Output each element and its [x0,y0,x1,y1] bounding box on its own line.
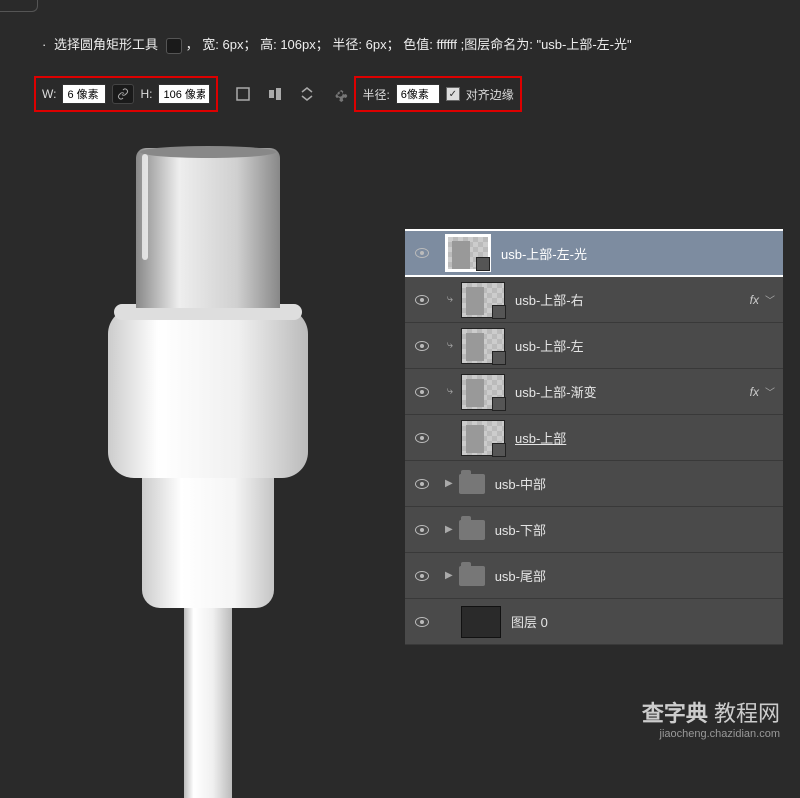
eye-icon [415,433,429,443]
usb-up-top-shape [140,146,276,158]
folder-icon [459,520,485,540]
path-ops-icon[interactable] [234,85,252,103]
arrange-icon[interactable] [298,85,316,103]
layer-thumbnail [461,282,505,318]
visibility-toggle[interactable] [405,341,439,351]
fx-caret-icon[interactable]: ﹀ [765,292,775,307]
layer-name-label[interactable]: usb-上部 [515,428,783,447]
layer-row[interactable]: usb-上部-左-光 [405,229,783,277]
layer-name-label[interactable]: usb-上部-右 [515,290,750,309]
visibility-toggle[interactable] [405,571,439,581]
usb-tail-shape [184,598,232,798]
usb-mid-shape [108,308,308,478]
radius-input[interactable] [396,84,440,104]
folder-icon [459,566,485,586]
fx-caret-icon[interactable]: ﹀ [765,384,775,399]
visibility-toggle[interactable] [405,479,439,489]
width-input[interactable] [62,84,106,104]
usb-up-shape [136,148,280,308]
clip-indicator-icon: ⤷ [439,293,461,306]
radius-label: 半径: [362,86,389,103]
highlight-size-box: W: H: [34,76,218,112]
layer-name-label[interactable]: usb-上部-渐变 [515,382,750,401]
folder-icon [459,474,485,494]
visibility-toggle[interactable] [405,617,439,627]
clip-indicator-icon: ⤷ [439,385,461,398]
width-label: W: [42,87,56,101]
eye-icon [415,571,429,581]
layer-name-label[interactable]: 图层 0 [511,612,783,631]
height-input[interactable] [158,84,210,104]
align-edges-label: 对齐边缘 [466,86,514,103]
link-wh-icon[interactable] [112,84,134,104]
layer-thumbnail [445,234,491,272]
layer-thumbnail [461,374,505,410]
layer-thumbnail [461,328,505,364]
eye-icon [415,525,429,535]
gear-icon[interactable] [332,86,348,102]
layer-thumbnail [461,420,505,456]
align-icon[interactable] [266,85,284,103]
layer-name-label[interactable]: usb-下部 [495,520,783,539]
eye-icon [415,387,429,397]
visibility-toggle[interactable] [405,525,439,535]
visibility-toggle[interactable] [405,387,439,397]
layer-row[interactable]: ▶ usb-尾部 [405,553,783,599]
visibility-toggle[interactable] [405,248,439,258]
layer-row[interactable]: ▶ usb-下部 [405,507,783,553]
layer-row[interactable]: usb-上部 [405,415,783,461]
eye-icon [415,341,429,351]
layers-panel: usb-上部-左-光⤷usb-上部-右fx﹀⤷usb-上部-左⤷usb-上部-渐… [404,228,784,646]
highlight-radius-box: 半径: ✓ 对齐边缘 [354,76,521,112]
rounded-rect-tool-icon [166,38,182,54]
eye-icon [415,479,429,489]
layer-name-label[interactable]: usb-上部-左 [515,336,783,355]
expand-arrow-icon[interactable]: ▶ [445,570,453,581]
layer-row[interactable]: ▶ usb-中部 [405,461,783,507]
eye-icon [415,617,429,627]
expand-arrow-icon[interactable]: ▶ [445,478,453,489]
align-edges-checkbox[interactable]: ✓ [446,87,460,101]
height-label: H: [140,87,152,101]
instruction-text: · 选择圆角矩形工具 ， 宽: 6px； 高: 106px； 半径: 6px； … [42,34,632,54]
expand-arrow-icon[interactable]: ▶ [445,524,453,535]
eye-icon [415,248,429,258]
layer-row[interactable]: 图层 0 [405,599,783,645]
layer-row[interactable]: ⤷ usb-上部-右fx ﹀ [405,277,783,323]
canvas-area [28,128,388,688]
layer-name-label[interactable]: usb-上部-左-光 [501,244,783,263]
usb-left-light-shape [142,154,148,260]
fx-badge[interactable]: fx [750,293,759,307]
watermark: 查字典 教程网 jiaocheng.chazidian.com [642,696,780,740]
visibility-toggle[interactable] [405,295,439,305]
layer-name-label[interactable]: usb-尾部 [495,566,783,585]
fx-badge[interactable]: fx [750,385,759,399]
visibility-toggle[interactable] [405,433,439,443]
eye-icon [415,295,429,305]
layer-row[interactable]: ⤷ usb-上部-左 [405,323,783,369]
layer-row[interactable]: ⤷ usb-上部-渐变fx ﹀ [405,369,783,415]
clip-indicator-icon: ⤷ [439,339,461,352]
options-bar: W: H: 半径: ✓ 对齐边缘 [34,74,522,114]
layer-thumbnail [461,606,501,638]
layer-name-label[interactable]: usb-中部 [495,474,783,493]
